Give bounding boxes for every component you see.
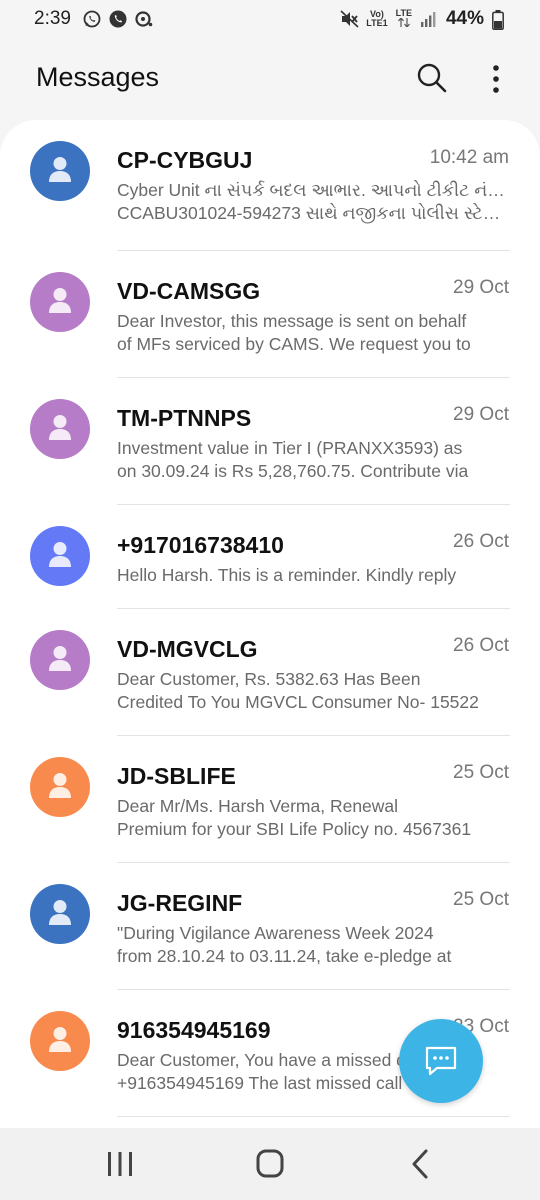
preview-line: Dear Mr/Ms. Harsh Verma, Renewal [117, 796, 399, 816]
person-icon [49, 1027, 71, 1052]
recents-icon [108, 1152, 132, 1176]
preview-line: Dear Customer, Rs. 5382.63 Has Been [117, 669, 421, 689]
message-date: 29 Oct [453, 404, 509, 425]
message-preview: "During Vigilance Awareness Week 2024 fr… [117, 922, 509, 968]
signal-icon [420, 10, 438, 28]
sender-name: CP-CYBGUJ [117, 147, 253, 173]
lte-indicator: LTE [396, 9, 412, 29]
preview-line: of MFs serviced by CAMS. We request you … [117, 334, 471, 354]
search-icon [417, 63, 447, 93]
messages-screen: 2:39 Vo) LTE1 LTE 44% Messages CP-CYBGUJ… [0, 0, 540, 1200]
battery-icon [492, 10, 504, 31]
avatar [30, 399, 90, 459]
conversation-row[interactable]: CP-CYBGUJ 10:42 am Cyber Unit ના સંપર્ક … [0, 120, 540, 250]
preview-line: Credited To You MGVCL Consumer No- 15522 [117, 692, 479, 712]
home-button[interactable] [250, 1146, 290, 1182]
search-button[interactable] [414, 60, 450, 96]
media-icon [135, 10, 153, 28]
message-date: 10:42 am [429, 147, 509, 168]
back-icon [412, 1149, 428, 1179]
page-title: Messages [36, 62, 160, 92]
status-time: 2:39 [34, 8, 71, 29]
person-icon [49, 288, 71, 313]
conversation-row[interactable]: VD-MGVCLG 26 Oct Dear Customer, Rs. 5382… [0, 609, 540, 735]
sender-name: 916354945169 [117, 1017, 271, 1043]
conversation-row[interactable]: VD-CAMSGG 29 Oct Dear Investor, this mes… [0, 251, 540, 377]
new-message-icon [425, 1046, 457, 1076]
preview-line: Cyber Unit ના સંપર્ક બદલ આભાર. આપનો ટીકી… [117, 180, 509, 200]
sender-name: VD-MGVCLG [117, 636, 258, 662]
sender-name: JG-REGINF [117, 890, 243, 916]
data-arrows-icon [396, 17, 412, 29]
app-bar: Messages [0, 38, 540, 120]
whatsapp-icon [83, 10, 101, 28]
person-icon [49, 415, 71, 440]
preview-line: "During Vigilance Awareness Week 2024 [117, 923, 434, 943]
volte-indicator: Vo) LTE1 [366, 10, 387, 28]
avatar [30, 141, 90, 201]
person-icon [49, 646, 71, 671]
battery-percent: 44% [445, 8, 484, 29]
preview-line: Hello Harsh. This is a reminder. Kindly … [117, 565, 457, 585]
message-preview: Hello Harsh. This is a reminder. Kindly … [117, 564, 509, 587]
new-message-button[interactable] [399, 1019, 483, 1103]
message-date: 26 Oct [453, 531, 509, 552]
message-preview: Investment value in Tier I (PRANXX3593) … [117, 437, 509, 483]
message-preview: Dear Investor, this message is sent on b… [117, 310, 509, 356]
preview-line: Investment value in Tier I (PRANXX3593) … [117, 438, 463, 458]
conversation-list: CP-CYBGUJ 10:42 am Cyber Unit ના સંપર્ક … [0, 120, 540, 1128]
more-vert-icon [493, 65, 499, 93]
mute-icon [340, 10, 359, 28]
avatar [30, 272, 90, 332]
preview-line: on 30.09.24 is Rs 5,28,760.75. Contribut… [117, 461, 469, 481]
avatar [30, 757, 90, 817]
message-preview: Cyber Unit ના સંપર્ક બદલ આભાર. આપનો ટીકી… [117, 179, 509, 225]
avatar [30, 1011, 90, 1071]
preview-line: Premium for your SBI Life Policy no. 456… [117, 819, 472, 839]
person-icon [49, 542, 71, 567]
status-bar: 2:39 Vo) LTE1 LTE 44% [0, 0, 540, 38]
avatar [30, 884, 90, 944]
person-icon [49, 900, 71, 925]
sender-name: VD-CAMSGG [117, 278, 261, 304]
person-icon [49, 773, 71, 798]
divider [117, 1116, 510, 1117]
sender-name: JD-SBLIFE [117, 763, 236, 789]
message-date: 25 Oct [453, 889, 509, 910]
recents-button[interactable] [100, 1146, 140, 1182]
viber-icon [109, 10, 127, 28]
message-preview: Dear Mr/Ms. Harsh Verma, Renewal Premium… [117, 795, 509, 841]
back-button[interactable] [400, 1146, 440, 1182]
conversation-row[interactable]: JD-SBLIFE 25 Oct Dear Mr/Ms. Harsh Verma… [0, 736, 540, 862]
more-options-button[interactable] [482, 60, 510, 98]
sender-name: TM-PTNNPS [117, 405, 252, 431]
home-icon [256, 1149, 284, 1178]
person-icon [49, 157, 71, 182]
preview-line: CCABU301024-594273 સાથે નજીકના પોલીસ સ્ટ… [117, 203, 509, 223]
lte-label: LTE [395, 8, 412, 18]
avatar [30, 630, 90, 690]
message-date: 25 Oct [453, 762, 509, 783]
conversation-row[interactable]: TM-PTNNPS 29 Oct Investment value in Tie… [0, 378, 540, 504]
navigation-bar [0, 1128, 540, 1200]
conversation-row[interactable]: +917016738410 26 Oct Hello Harsh. This i… [0, 505, 540, 608]
preview-line: from 28.10.24 to 03.11.24, take e-pledge… [117, 946, 452, 966]
status-right: Vo) LTE1 LTE 44% [340, 8, 504, 31]
conversation-row[interactable]: JG-REGINF 25 Oct "During Vigilance Aware… [0, 863, 540, 989]
status-left: 2:39 [34, 8, 153, 30]
preview-line: Dear Investor, this message is sent on b… [117, 311, 467, 331]
lte1-label: LTE1 [366, 18, 388, 28]
message-preview: Dear Customer, Rs. 5382.63 Has Been Cred… [117, 668, 509, 714]
avatar [30, 526, 90, 586]
message-date: 29 Oct [453, 277, 509, 298]
message-date: 26 Oct [453, 635, 509, 656]
sender-name: +917016738410 [117, 532, 284, 558]
